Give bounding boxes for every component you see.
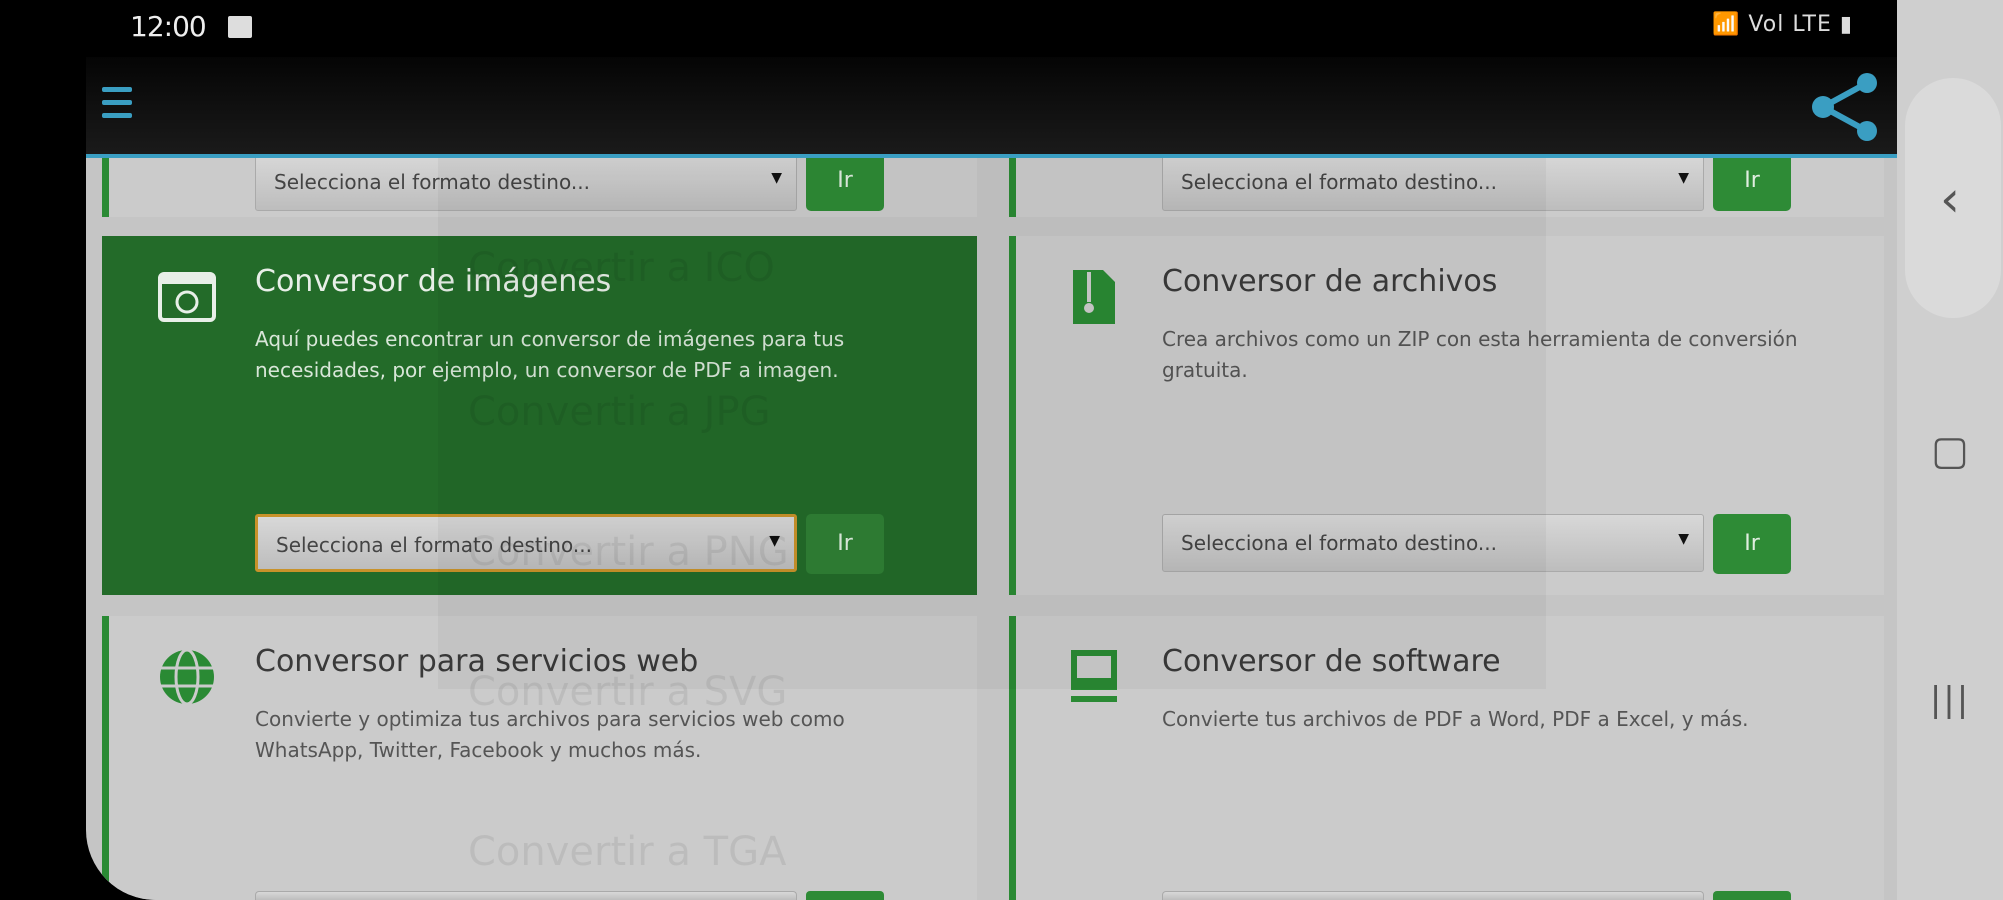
go-button[interactable]: Ir — [806, 151, 884, 211]
home-button[interactable]: ▢ — [1897, 428, 2003, 474]
card-web-services-converter[interactable]: Conversor para servicios web Convierte y… — [102, 616, 977, 900]
go-button[interactable] — [1713, 891, 1791, 900]
back-button[interactable]: ‹ — [1897, 170, 2003, 228]
image-icon — [158, 272, 216, 322]
go-button[interactable] — [806, 891, 884, 900]
card-title: Conversor de software — [1162, 644, 1501, 679]
app-bar — [86, 57, 1897, 158]
zip-file-icon — [1073, 270, 1115, 324]
card-description: Crea archivos como un ZIP con esta herra… — [1162, 327, 1798, 382]
format-select[interactable]: Selecciona el formato destino... ▼ — [255, 153, 797, 211]
card-title: Conversor de archivos — [1162, 264, 1498, 299]
recents-button[interactable]: ||| — [1897, 680, 2003, 720]
card-description: Convierte y optimiza tus archivos para s… — [255, 707, 845, 762]
card-software-converter[interactable]: Conversor de software Convierte tus arch… — [1009, 616, 1884, 900]
format-select[interactable] — [1162, 891, 1704, 900]
go-button[interactable]: Ir — [1713, 151, 1791, 211]
status-time: 12:00 — [130, 10, 207, 43]
format-select[interactable] — [255, 891, 797, 900]
status-bar: 12:00 📶 Vol LTE ▮ — [0, 0, 1897, 57]
card-image-converter[interactable]: Conversor de imágenes Aquí puedes encont… — [102, 236, 977, 595]
format-select[interactable]: Selecciona el formato destino... ▼ — [255, 514, 797, 572]
go-button[interactable]: Ir — [1713, 514, 1791, 574]
system-status-icons: 📶 Vol LTE ▮ — [1712, 12, 1853, 37]
system-nav-bar: ‹ ▢ ||| — [1897, 0, 2003, 900]
monitor-icon — [1071, 650, 1117, 702]
go-button[interactable]: Ir — [806, 514, 884, 574]
hamburger-icon[interactable] — [102, 87, 132, 127]
card-description: Aquí puedes encontrar un conversor de im… — [255, 327, 845, 382]
globe-icon — [160, 648, 214, 706]
web-content: Selecciona el formato destino... ▼ Ir Sel… — [86, 57, 1897, 900]
card-title: Conversor de imágenes — [255, 264, 612, 299]
card-title: Conversor para servicios web — [255, 644, 699, 679]
format-select[interactable]: Selecciona el formato destino... ▼ — [1162, 153, 1704, 211]
share-icon[interactable] — [1805, 67, 1885, 147]
format-select[interactable]: Selecciona el formato destino... ▼ — [1162, 514, 1704, 572]
card-file-converter[interactable]: Conversor de archivos Crea archivos como… — [1009, 236, 1884, 595]
gallery-notification-icon — [228, 16, 252, 38]
card-description: Convierte tus archivos de PDF a Word, PD… — [1162, 707, 1749, 731]
